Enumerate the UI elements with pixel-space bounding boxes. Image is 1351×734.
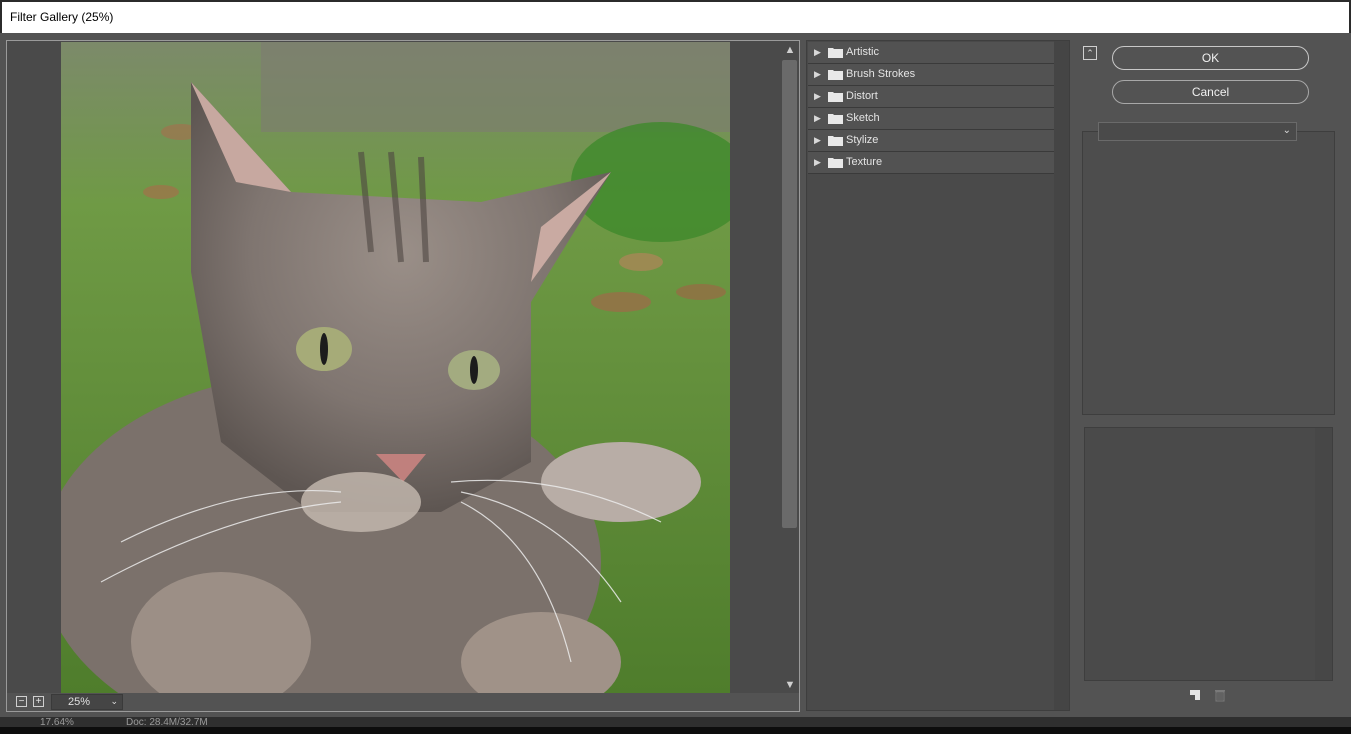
category-label: Distort xyxy=(846,90,878,102)
category-stylize[interactable]: ▶ Stylize xyxy=(808,130,1055,152)
cancel-button[interactable]: Cancel xyxy=(1112,80,1309,104)
category-label: Brush Strokes xyxy=(846,68,916,80)
chevron-down-icon: ⌄ xyxy=(110,696,118,706)
zoom-level-select[interactable]: 25% ⌄ xyxy=(51,694,123,710)
category-artistic[interactable]: ▶ Artistic xyxy=(808,42,1055,64)
zoom-out-button[interactable]: − xyxy=(16,696,27,707)
expand-triangle-icon[interactable]: ▶ xyxy=(814,157,821,168)
new-effect-layer-icon[interactable] xyxy=(1187,687,1203,703)
category-list: ▶ Artistic ▶ Brush Strokes ▶ Distort ▶ S… xyxy=(808,42,1055,710)
folder-icon xyxy=(828,158,843,168)
expand-triangle-icon[interactable]: ▶ xyxy=(814,91,821,102)
trash-icon[interactable] xyxy=(1212,687,1228,703)
expand-triangle-icon[interactable]: ▶ xyxy=(814,69,821,80)
zoom-level-value: 25% xyxy=(68,696,91,708)
category-label: Texture xyxy=(846,156,883,168)
folder-icon xyxy=(828,48,843,58)
filter-gallery-dialog: ▲ ▼ − + 25% ⌄ ▶ Artistic ▶ Brush Strokes xyxy=(0,33,1351,717)
filter-category-panel: ▶ Artistic ▶ Brush Strokes ▶ Distort ▶ S… xyxy=(806,40,1070,711)
category-brush-strokes[interactable]: ▶ Brush Strokes xyxy=(808,64,1055,86)
preview-panel: ▲ ▼ − + 25% ⌄ xyxy=(6,40,800,712)
folder-icon xyxy=(828,136,843,146)
zoom-bar: − + 25% ⌄ xyxy=(7,693,799,711)
collapse-icon[interactable]: ⌃ xyxy=(1083,46,1097,60)
folder-icon xyxy=(828,92,843,102)
expand-triangle-icon[interactable]: ▶ xyxy=(814,135,821,146)
title-bar: Filter Gallery (25%) xyxy=(0,0,1351,33)
expand-triangle-icon[interactable]: ▶ xyxy=(814,113,821,124)
settings-panel: ⌃ OK Cancel ⌄ xyxy=(1075,33,1351,717)
status-bar: 17.64% Doc: 28.4M/32.7M xyxy=(0,717,1351,734)
chevron-down-icon: ⌄ xyxy=(1282,125,1291,136)
scroll-thumb[interactable] xyxy=(782,60,797,528)
scroll-up-arrow-icon[interactable]: ▲ xyxy=(783,43,797,57)
folder-icon xyxy=(828,114,843,124)
filter-settings-box xyxy=(1082,131,1335,415)
category-label: Sketch xyxy=(846,112,880,124)
category-distort[interactable]: ▶ Distort xyxy=(808,86,1055,108)
window-title: Filter Gallery (25%) xyxy=(10,10,114,24)
effect-layers-scrollbar[interactable] xyxy=(1315,428,1332,680)
effect-layers-list xyxy=(1084,427,1333,681)
folder-icon xyxy=(828,70,843,80)
category-scrollbar[interactable] xyxy=(1054,41,1069,710)
filter-select[interactable]: ⌄ xyxy=(1098,122,1297,141)
category-sketch[interactable]: ▶ Sketch xyxy=(808,108,1055,130)
ok-button[interactable]: OK xyxy=(1112,46,1309,70)
status-bar-bottom xyxy=(0,727,1351,734)
category-label: Artistic xyxy=(846,46,879,58)
zoom-in-button[interactable]: + xyxy=(33,696,44,707)
expand-triangle-icon[interactable]: ▶ xyxy=(814,47,821,58)
category-texture[interactable]: ▶ Texture xyxy=(808,152,1055,174)
category-label: Stylize xyxy=(846,134,879,146)
cat-photo xyxy=(61,42,730,693)
preview-image[interactable] xyxy=(61,42,730,693)
preview-vertical-scrollbar[interactable]: ▲ ▼ xyxy=(781,42,799,693)
scroll-down-arrow-icon[interactable]: ▼ xyxy=(783,678,797,692)
